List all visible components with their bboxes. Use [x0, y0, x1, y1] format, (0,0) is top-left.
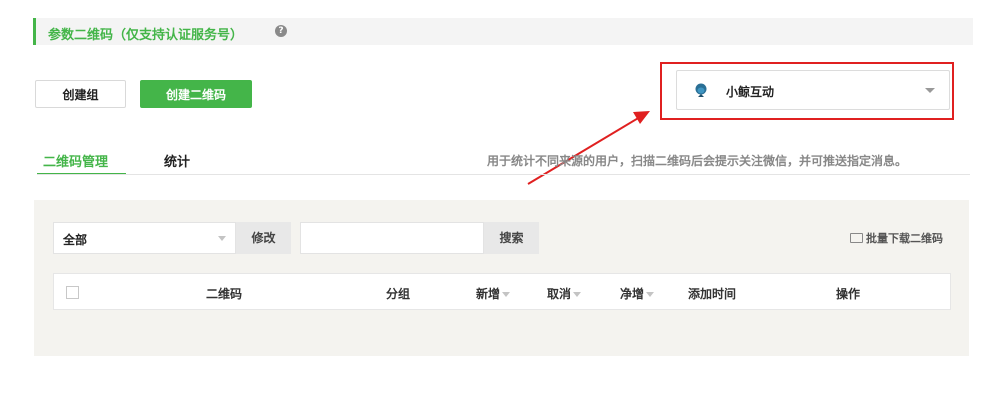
- column-cancel-label: 取消: [547, 287, 572, 301]
- search-input[interactable]: [300, 222, 484, 254]
- table-header: 二维码 分组 新增 取消 净增 添加时间 操作: [53, 273, 951, 310]
- column-group: 分组: [386, 287, 411, 301]
- sort-icon: [502, 292, 511, 297]
- sort-icon: [646, 292, 655, 297]
- folder-icon: [850, 233, 863, 243]
- tab-description: 用于统计不同来源的用户，扫描二维码后会提示关注微信，并可推送指定消息。: [487, 154, 908, 168]
- column-net[interactable]: 净增: [620, 285, 655, 302]
- group-filter-value: 全部: [63, 233, 88, 247]
- column-net-label: 净增: [620, 287, 645, 301]
- column-qrcode: 二维码: [206, 287, 243, 301]
- column-actions: 操作: [836, 287, 861, 301]
- column-new-label: 新增: [476, 287, 501, 301]
- column-new[interactable]: 新增: [476, 285, 511, 302]
- tab-divider: [37, 174, 970, 175]
- column-cancel[interactable]: 取消: [547, 285, 582, 302]
- select-all-checkbox[interactable]: [66, 286, 79, 299]
- group-filter-select[interactable]: 全部: [53, 222, 236, 254]
- tab-qrcode-management[interactable]: 二维码管理: [43, 151, 108, 170]
- chevron-down-icon: [218, 236, 226, 241]
- edit-group-button[interactable]: 修改: [236, 222, 291, 254]
- sort-icon: [573, 292, 582, 297]
- batch-download-label: 批量下载二维码: [866, 232, 943, 245]
- batch-download-link[interactable]: 批量下载二维码: [850, 230, 943, 246]
- column-added-time: 添加时间: [688, 287, 737, 301]
- tab-statistics[interactable]: 统计: [164, 151, 190, 170]
- search-button[interactable]: 搜索: [484, 222, 539, 254]
